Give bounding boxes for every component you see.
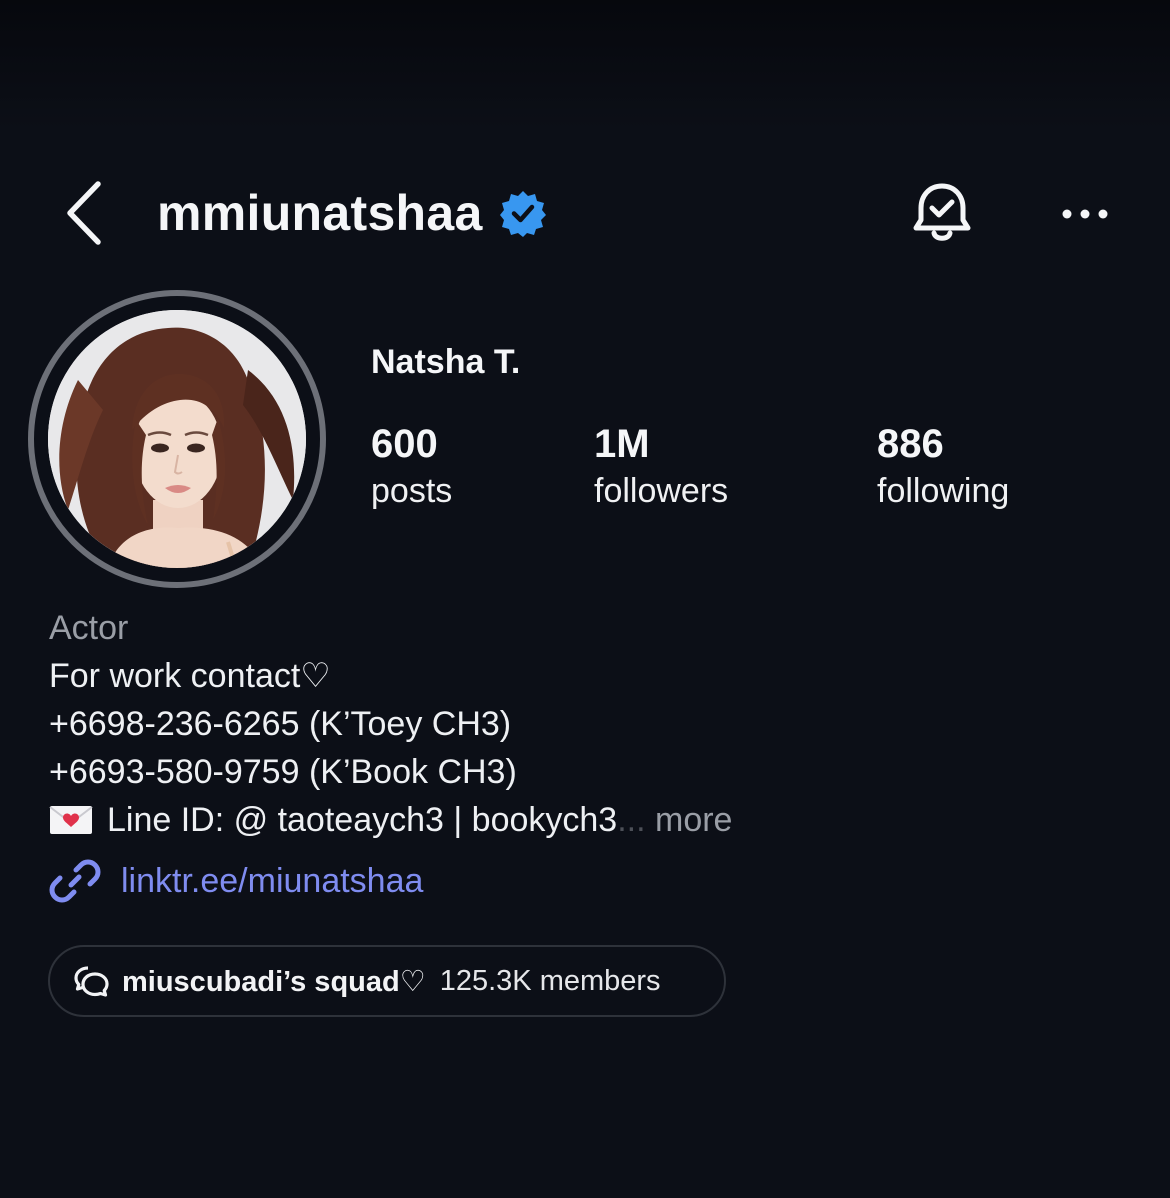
- posts-label: posts: [371, 472, 453, 510]
- username-group: mmiunatshaa: [157, 183, 547, 243]
- following-label: following: [877, 472, 1010, 510]
- more-horizontal-icon: [1062, 209, 1108, 219]
- profile-category: Actor: [49, 609, 129, 647]
- posts-stat[interactable]: 600 posts: [371, 420, 452, 514]
- followers-stat[interactable]: 1M followers: [594, 420, 728, 514]
- profile-header: mmiunatshaa: [0, 165, 1170, 265]
- love-letter-icon: [49, 806, 93, 834]
- verified-badge-icon: [499, 191, 546, 237]
- username: mmiunatshaa: [157, 185, 483, 241]
- bio-line: For work contact♡: [49, 657, 331, 695]
- link-icon: [49, 859, 101, 903]
- external-link[interactable]: linktr.ee/miunatshaa: [49, 855, 423, 907]
- link-url: linktr.ee/miunatshaa: [121, 861, 424, 900]
- avatar-image: [48, 310, 306, 568]
- profile-avatar[interactable]: [28, 290, 326, 588]
- more-options-button[interactable]: [1055, 189, 1115, 239]
- bio-more-link[interactable]: more: [646, 801, 732, 839]
- chevron-left-icon: [67, 181, 101, 245]
- broadcast-channel-pill[interactable]: miuscubadi’s squad♡ 125.3K members: [48, 945, 726, 1017]
- bio-ellipsis: ...: [617, 801, 646, 839]
- chat-bubbles-icon: [74, 966, 109, 997]
- bio-line-with-more: Line ID: @ taoteaych3 | bookych3... more: [49, 796, 732, 844]
- bell-check-icon: [913, 183, 971, 241]
- bio-line: +6693-580-9759 (K’Book CH3): [49, 753, 517, 791]
- status-bar-area: [0, 0, 1170, 130]
- following-stat[interactable]: 886 following: [877, 420, 1009, 514]
- following-count: 886: [877, 422, 944, 466]
- channel-name: miuscubadi’s squad♡: [122, 965, 426, 998]
- posts-count: 600: [371, 422, 438, 466]
- followers-label: followers: [594, 472, 729, 510]
- notification-bell-button[interactable]: [908, 179, 976, 249]
- bio-line-id: Line ID: @ taoteaych3 | bookych3: [107, 801, 618, 839]
- channel-members-count: 125.3K members: [439, 964, 661, 997]
- followers-count: 1M: [594, 422, 650, 466]
- back-button[interactable]: [58, 179, 110, 247]
- profile-bio: Actor For work contact♡ +6698-236-6265 (…: [49, 604, 732, 844]
- display-name: Natsha T.: [371, 343, 521, 381]
- bio-line: +6698-236-6265 (K’Toey CH3): [49, 705, 512, 743]
